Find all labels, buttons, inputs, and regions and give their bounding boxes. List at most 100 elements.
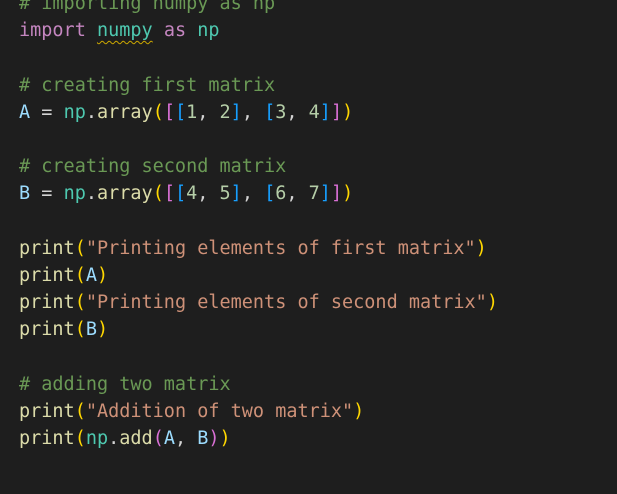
token-op: , bbox=[286, 101, 309, 123]
token-module: np bbox=[85, 428, 109, 449]
token-br1: ( bbox=[152, 101, 164, 123]
empty-line[interactable] bbox=[19, 208, 617, 235]
token-br1: ( bbox=[74, 428, 86, 449]
token-func: print bbox=[19, 400, 75, 422]
token-br1: ) bbox=[96, 319, 109, 341]
token-keyword: as bbox=[163, 20, 187, 42]
code-line[interactable]: import numpy as np bbox=[19, 17, 617, 44]
token-op: = bbox=[30, 101, 64, 123]
code-editor[interactable]: # importing numpy as np import numpy as n… bbox=[0, 0, 617, 494]
token-br3: ] bbox=[230, 101, 242, 123]
token-br1: ) bbox=[342, 183, 354, 205]
token-br2: ] bbox=[330, 183, 343, 205]
token-string: "Addition of two matrix" bbox=[85, 400, 354, 422]
token-number: 2 bbox=[219, 101, 231, 123]
token-func: array bbox=[96, 101, 153, 123]
code-line[interactable]: print("Addition of two matrix") bbox=[19, 398, 617, 425]
token-br3: ] bbox=[319, 183, 331, 205]
token-br1: ) bbox=[486, 292, 498, 314]
token-module: np bbox=[197, 20, 220, 42]
token-br1: ( bbox=[74, 319, 86, 341]
token-comment: # creating second matrix bbox=[19, 156, 287, 178]
token-br1: ) bbox=[342, 101, 354, 123]
token-br3: [ bbox=[174, 101, 187, 123]
token-func: print bbox=[19, 237, 75, 259]
token-br1: ) bbox=[353, 400, 365, 422]
empty-line[interactable] bbox=[19, 343, 617, 370]
token-br3: [ bbox=[174, 183, 187, 205]
code-line[interactable]: print("Printing elements of second matri… bbox=[19, 289, 617, 316]
token-comment: # importing numpy as np bbox=[19, 0, 276, 14]
token-func: print bbox=[19, 428, 75, 449]
code-line[interactable]: B = np.array([[4, 5], [6, 7]]) bbox=[19, 180, 617, 207]
token-op: , bbox=[197, 101, 220, 123]
token-op bbox=[153, 20, 164, 41]
token-op: = bbox=[30, 183, 64, 205]
token-br1: ( bbox=[74, 400, 86, 422]
token-br2: [ bbox=[163, 183, 175, 205]
token-br1: ( bbox=[152, 183, 164, 205]
token-br3: ] bbox=[319, 101, 331, 123]
token-var: A bbox=[85, 264, 97, 286]
token-module: np bbox=[63, 101, 86, 123]
token-op bbox=[186, 20, 197, 41]
code-line[interactable]: A = np.array([[1, 2], [3, 4]]) bbox=[19, 99, 617, 126]
token-number: 7 bbox=[308, 183, 320, 205]
token-br2: ) bbox=[208, 428, 220, 449]
code-line[interactable]: # creating first matrix bbox=[19, 72, 617, 99]
token-module: np bbox=[63, 183, 86, 205]
token-br1: ) bbox=[96, 264, 109, 286]
token-number: 6 bbox=[275, 183, 287, 205]
code-line[interactable]: print(np.add(A, B)) bbox=[19, 425, 617, 452]
token-number: 4 bbox=[308, 101, 320, 123]
token-op: , bbox=[241, 101, 265, 123]
token-op: , bbox=[286, 183, 309, 205]
token-number: 5 bbox=[219, 183, 231, 205]
token-op: , bbox=[174, 428, 198, 449]
token-var: B bbox=[19, 183, 31, 205]
token-var: A bbox=[19, 101, 31, 123]
token-op: . bbox=[108, 428, 120, 449]
code-line[interactable]: print("Printing elements of first matrix… bbox=[19, 235, 617, 262]
code-line[interactable]: # adding two matrix bbox=[19, 371, 617, 398]
token-op: . bbox=[85, 101, 97, 123]
token-br1: ( bbox=[74, 292, 86, 314]
token-br1: ( bbox=[74, 264, 86, 286]
token-br1: ) bbox=[475, 237, 487, 259]
token-func: array bbox=[96, 183, 153, 205]
token-op: , bbox=[241, 183, 265, 205]
token-func: print bbox=[19, 292, 75, 314]
token-number: 3 bbox=[275, 101, 287, 123]
token-op: . bbox=[85, 183, 97, 205]
token-string: "Printing elements of second matrix" bbox=[85, 292, 487, 314]
token-br2: [ bbox=[163, 101, 175, 123]
token-br2: ( bbox=[152, 428, 164, 449]
token-string: "Printing elements of first matrix" bbox=[85, 237, 476, 259]
token-number: 4 bbox=[186, 183, 198, 205]
empty-line[interactable] bbox=[19, 44, 617, 71]
token-br3: [ bbox=[264, 183, 276, 205]
code-line[interactable]: # creating second matrix bbox=[19, 153, 617, 180]
code-line[interactable]: print(A) bbox=[19, 262, 617, 289]
token-func: add bbox=[119, 428, 153, 449]
code-line[interactable]: print(B) bbox=[19, 316, 617, 343]
token-br3: [ bbox=[264, 101, 276, 123]
token-comment: # adding two matrix bbox=[19, 373, 231, 395]
token-number: 1 bbox=[186, 101, 198, 123]
token-keyword: import bbox=[19, 20, 86, 42]
token-comment: # creating first matrix bbox=[19, 74, 276, 96]
code-line[interactable]: # importing numpy as np bbox=[19, 0, 617, 17]
token-br3: ] bbox=[230, 183, 242, 205]
token-func: print bbox=[19, 264, 75, 286]
token-func: print bbox=[19, 319, 75, 341]
token-var: A bbox=[163, 428, 175, 449]
token-var: B bbox=[197, 428, 209, 449]
token-br2: ] bbox=[330, 101, 343, 123]
token-op: , bbox=[197, 183, 220, 205]
token-br1: ) bbox=[219, 428, 231, 449]
token-op bbox=[86, 20, 97, 41]
token-var: B bbox=[85, 319, 97, 341]
empty-line[interactable] bbox=[19, 126, 617, 153]
code-area[interactable]: # importing numpy as np import numpy as n… bbox=[19, 0, 617, 452]
token-br1: ( bbox=[74, 237, 86, 259]
